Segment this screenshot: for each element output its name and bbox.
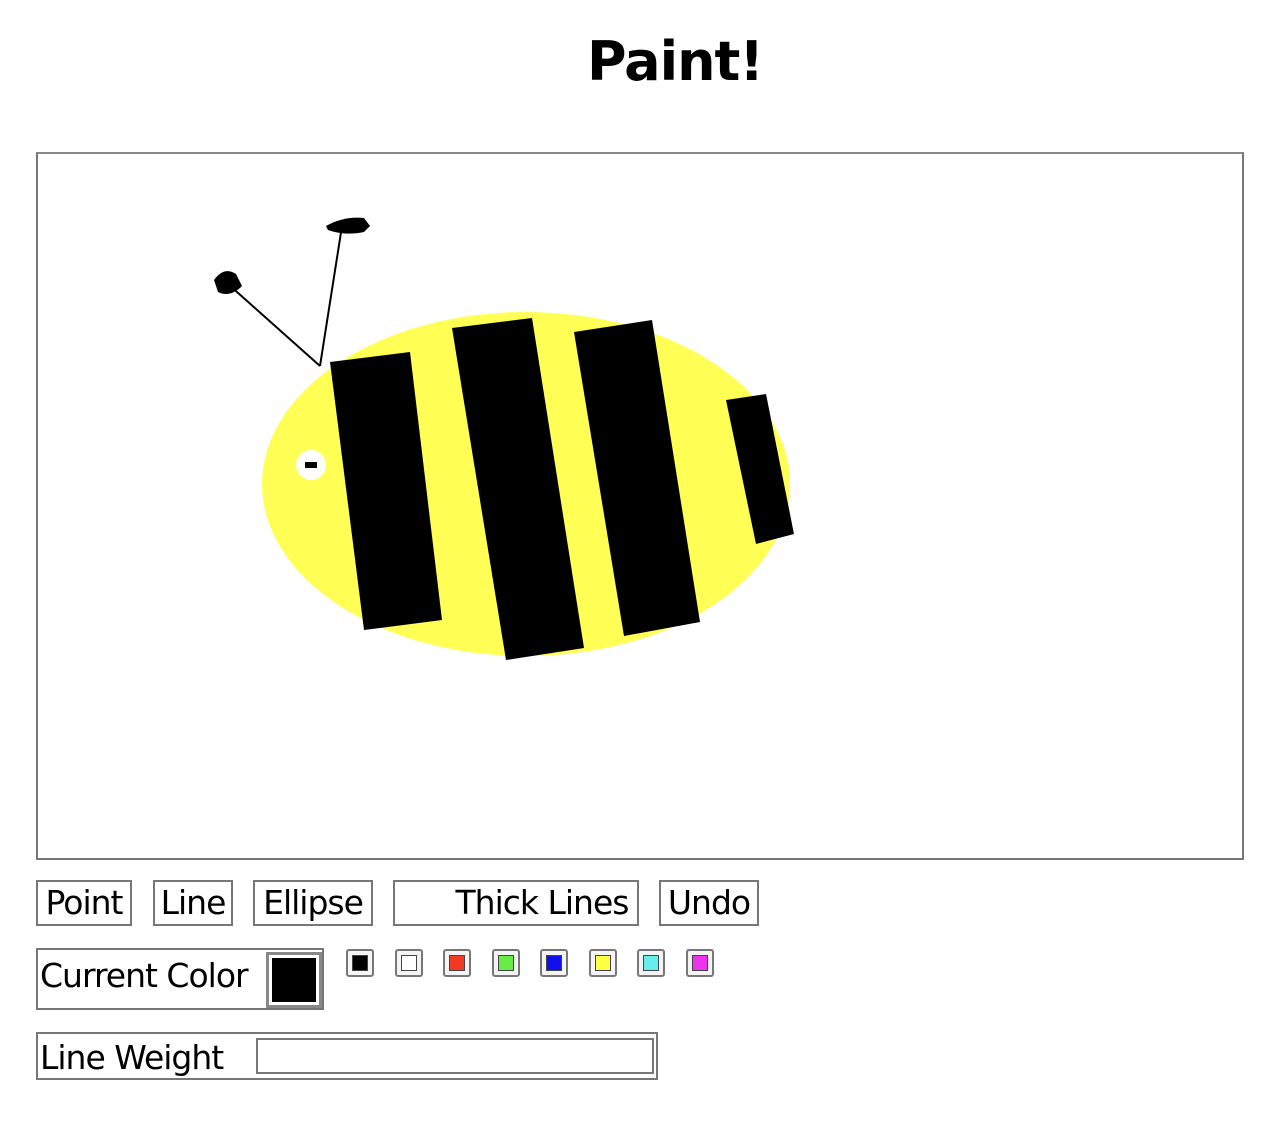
line-button[interactable]: Line — [153, 880, 233, 926]
palette-color-white[interactable] — [395, 949, 423, 977]
line-weight-panel: Line Weight — [36, 1032, 658, 1080]
palette-color-yellow[interactable] — [589, 949, 617, 977]
line-weight-input[interactable] — [256, 1038, 654, 1074]
page-title: Paint! — [587, 30, 764, 93]
bee-antenna-right — [319, 225, 343, 367]
bee-antenna-left — [227, 283, 321, 367]
palette-color-black[interactable] — [346, 949, 374, 977]
palette-chip-magenta — [692, 955, 708, 971]
thick-lines-button[interactable]: Thick Lines — [393, 880, 639, 926]
line-weight-label: Line Weight — [40, 1038, 224, 1077]
palette-chip-cyan — [643, 955, 659, 971]
undo-button[interactable]: Undo — [659, 880, 759, 926]
palette-chip-green — [498, 955, 514, 971]
palette-chip-black — [352, 955, 368, 971]
ellipse-button[interactable]: Ellipse — [253, 880, 373, 926]
palette-chip-red — [449, 955, 465, 971]
current-color-panel: Current Color — [36, 948, 324, 1010]
canvas-drawing — [214, 217, 794, 660]
current-color-label: Current Color — [40, 956, 249, 995]
palette-chip-white — [401, 955, 417, 971]
palette-color-blue[interactable] — [540, 949, 568, 977]
bee-antenna-tip-left — [214, 271, 242, 294]
palette-chip-yellow — [595, 955, 611, 971]
palette-color-red[interactable] — [443, 949, 471, 977]
drawing-canvas[interactable] — [36, 152, 1244, 860]
palette-color-magenta[interactable] — [686, 949, 714, 977]
current-color-fill — [272, 958, 316, 1002]
bee-antenna-tip-right — [326, 217, 370, 234]
current-color-swatch[interactable] — [266, 952, 322, 1008]
palette-color-green[interactable] — [492, 949, 520, 977]
palette-color-cyan[interactable] — [637, 949, 665, 977]
point-button[interactable]: Point — [36, 880, 132, 926]
paint-app: Paint! Point Line Ellipse Thick Lines Un… — [0, 0, 1288, 1130]
palette-chip-blue — [546, 955, 562, 971]
bee-pupil — [305, 462, 317, 468]
